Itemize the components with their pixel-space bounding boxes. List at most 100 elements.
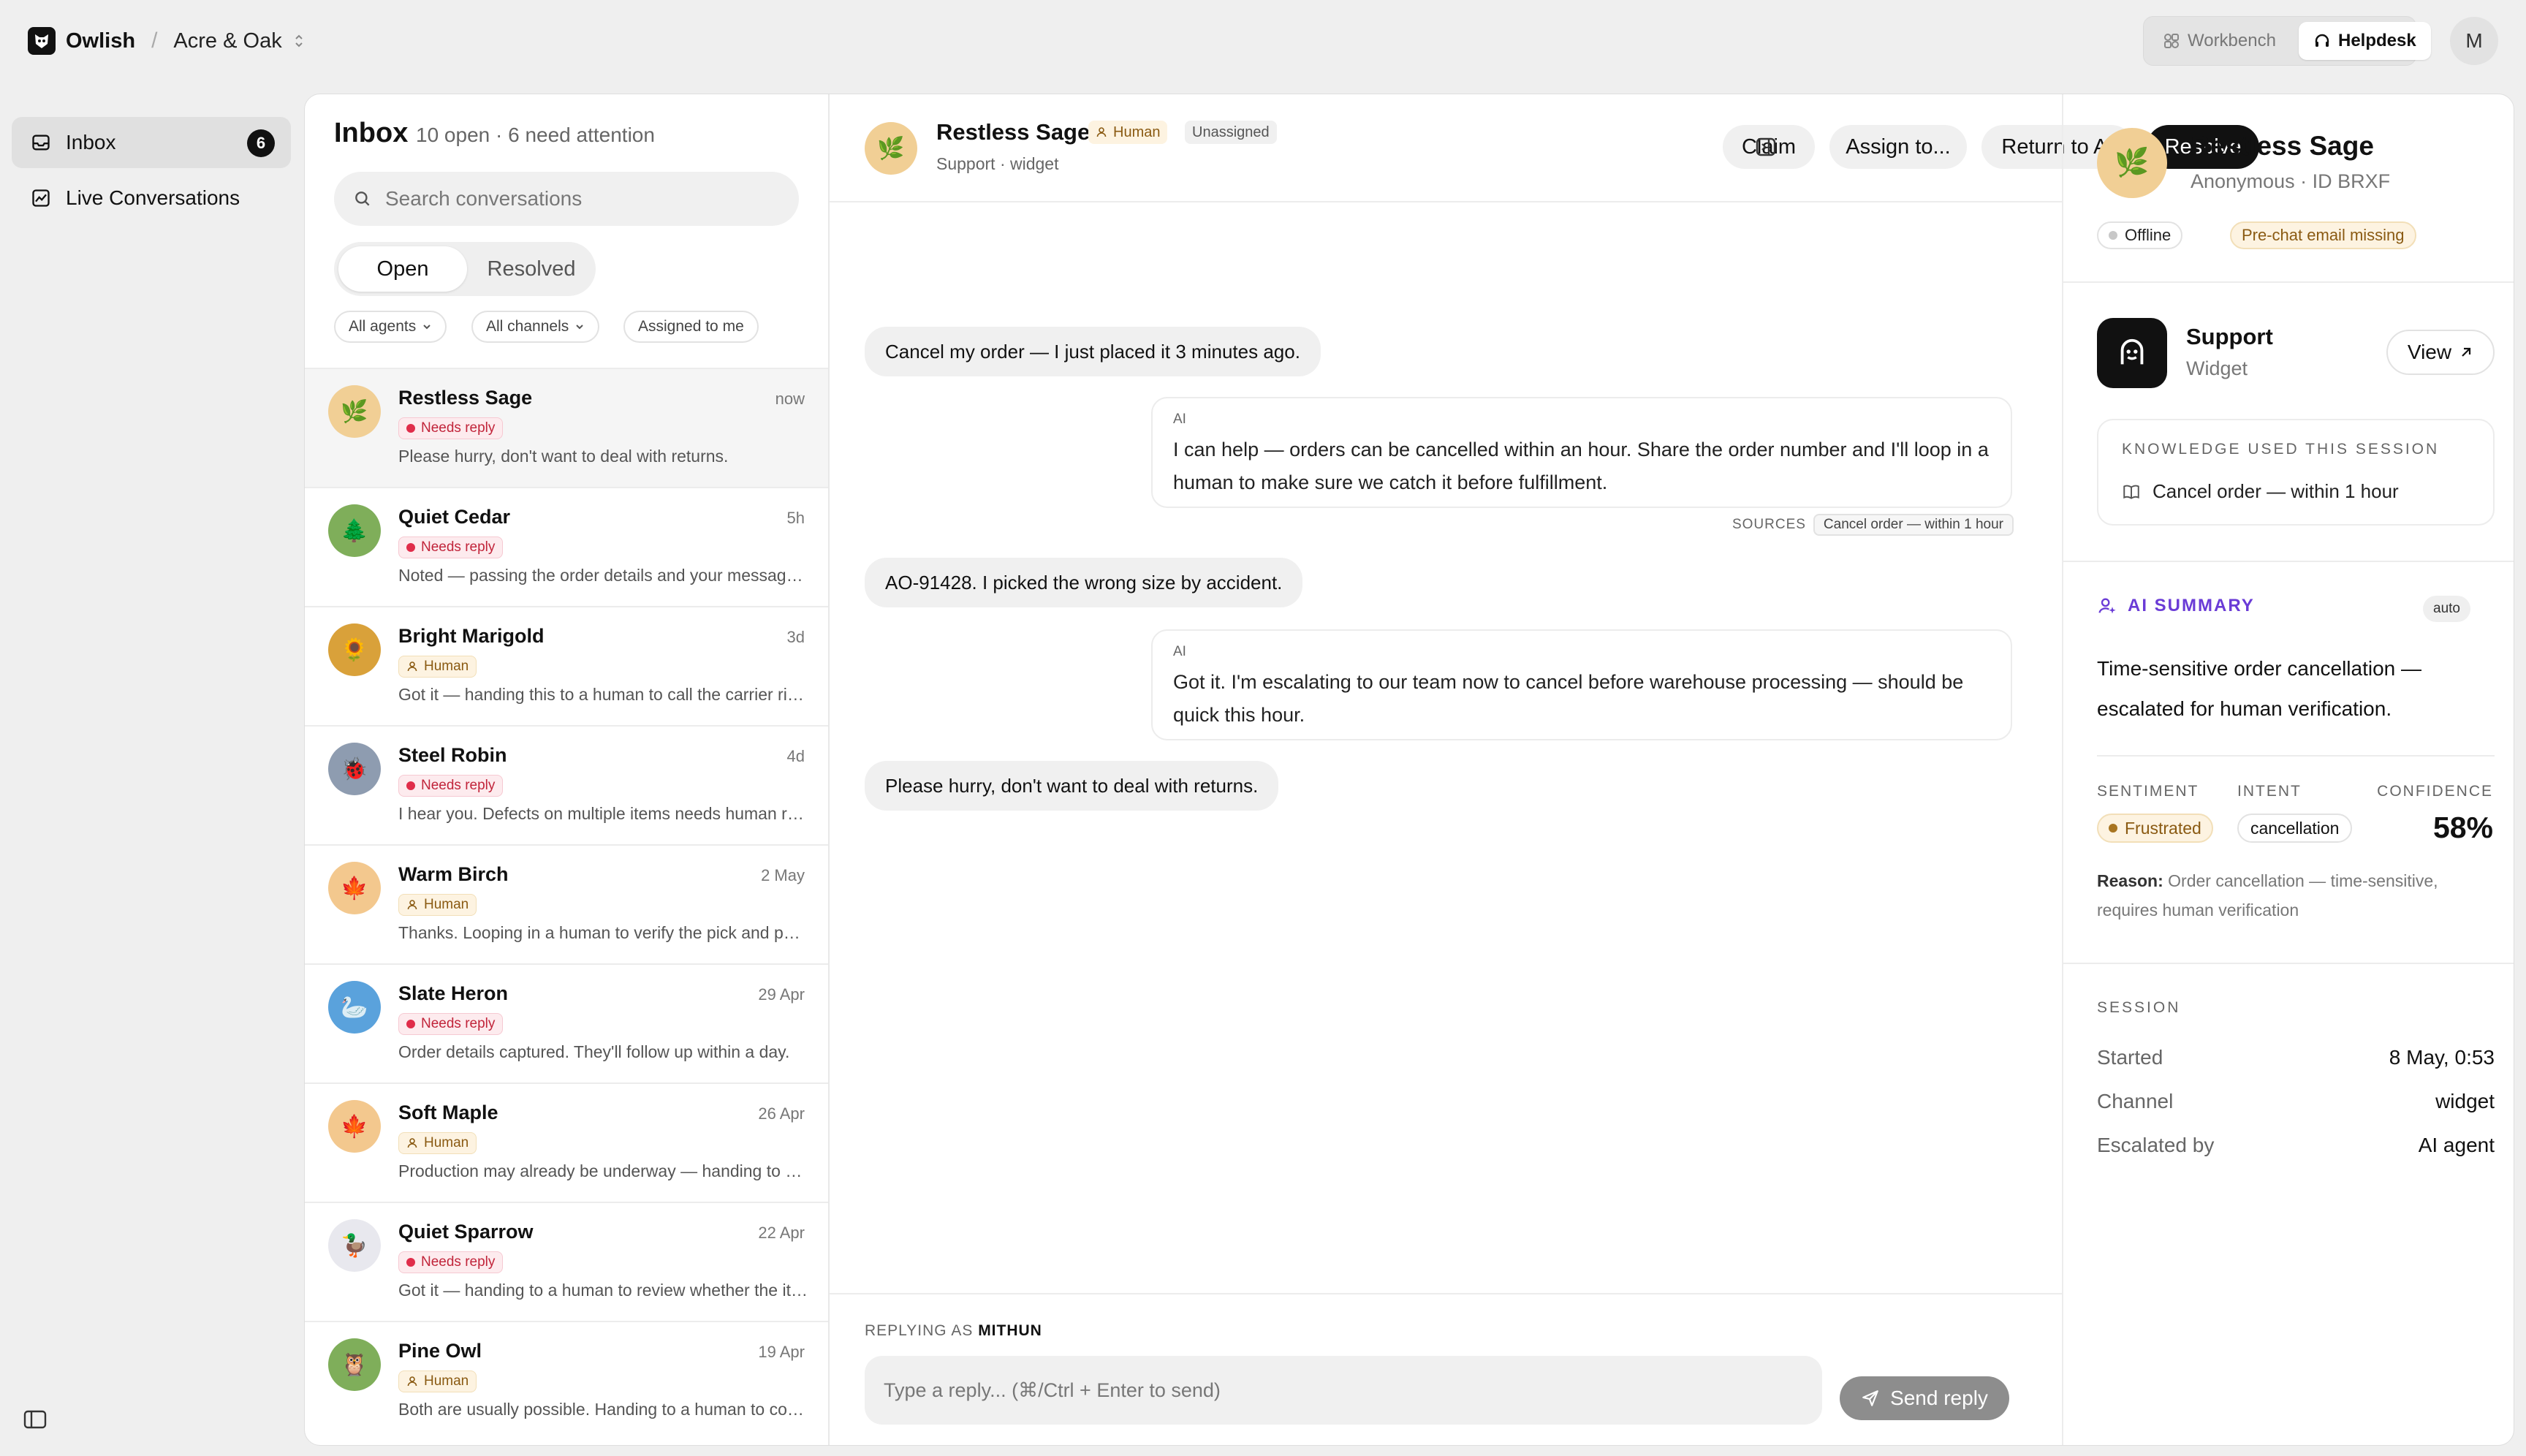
helpdesk-tab[interactable]: Helpdesk — [2299, 22, 2431, 60]
divider — [2063, 561, 2514, 562]
tab-resolved[interactable]: Resolved — [473, 246, 590, 292]
user-message: AO-91428. I picked the wrong size by acc… — [865, 558, 1303, 607]
tab-open[interactable]: Open — [338, 246, 467, 292]
conversation-time: 3d — [786, 628, 805, 646]
user-avatar[interactable]: M — [2450, 17, 2498, 65]
list-item[interactable]: 🌻 Bright Marigold 3d Human Got it — hand… — [305, 606, 828, 725]
sidebar-item-live-conversations[interactable]: Live Conversations — [12, 172, 291, 224]
inbox-counts: 10 open · 6 need attention — [416, 124, 655, 146]
badge-label: Human — [424, 1373, 469, 1389]
avatar: 🌿 — [865, 122, 917, 175]
badge-label: Human — [424, 897, 469, 912]
headset-icon — [2315, 34, 2329, 47]
badge-label: Human — [424, 659, 469, 674]
search-bar[interactable] — [334, 172, 799, 226]
owl-logo-icon[interactable] — [28, 27, 56, 55]
person-icon — [407, 1376, 417, 1387]
conversation-preview: Got it — handing this to a human to call… — [398, 685, 808, 704]
sidebar-item-inbox[interactable]: Inbox 6 — [12, 117, 291, 168]
conversation-time: 19 Apr — [758, 1343, 805, 1361]
session-row: Escalated by AI agent — [2097, 1134, 2495, 1157]
avatar: 🌲 — [328, 504, 381, 557]
customer-name: Restless Sage — [936, 119, 1091, 145]
dot-icon — [406, 1020, 415, 1028]
conversation-list: 🌿 Restless Sage now Needs reply Please h… — [305, 368, 828, 1440]
sidebar-toggle-icon[interactable] — [23, 1409, 47, 1430]
dot-icon — [406, 781, 415, 790]
message-thread: Cancel my order — I just placed it 3 min… — [830, 204, 2062, 1388]
sentiment-label: SENTIMENT — [2097, 783, 2199, 800]
assign-button[interactable]: Assign to... — [1829, 125, 1967, 169]
list-item[interactable]: 🦉 Pine Owl 19 Apr Human Both are usually… — [305, 1321, 828, 1440]
status-badge: Needs reply — [398, 1251, 504, 1273]
workspace-switch-icon[interactable] — [294, 33, 304, 49]
sidebar-item-label: Live Conversations — [66, 186, 240, 209]
conversation-preview: Thanks. Looping in a human to verify the… — [398, 923, 808, 942]
avatar: 🌻 — [328, 623, 381, 676]
conversation-preview: Got it — handing to a human to review wh… — [398, 1281, 808, 1300]
view-agent-button[interactable]: View — [2386, 330, 2495, 375]
toggle-details-icon[interactable] — [1746, 125, 1786, 169]
conversation-name: Restless Sage — [398, 387, 533, 409]
badge-label: Needs reply — [421, 1016, 496, 1031]
user-message: Cancel my order — I just placed it 3 min… — [865, 327, 1321, 376]
reply-composer: REPLYING AS MITHUN Send reply — [830, 1293, 2062, 1445]
knowledge-title: KNOWLEDGE USED THIS SESSION — [2122, 441, 2440, 458]
session-key: Channel — [2097, 1090, 2174, 1112]
reply-input[interactable] — [884, 1379, 1790, 1402]
main-panel: Inbox 10 open · 6 need attention Open Re… — [304, 94, 2514, 1446]
top-bar: Owlish / Acre & Oak Workbench Helpdesk M — [0, 0, 2526, 83]
presence-badge: Offline — [2097, 221, 2183, 249]
conversation-time: 2 May — [761, 866, 805, 884]
filter-agents[interactable]: All agents — [334, 311, 447, 343]
mode-badge: Human — [1088, 121, 1168, 144]
reply-field[interactable] — [865, 1356, 1822, 1425]
knowledge-item[interactable]: Cancel order — within 1 hour — [2122, 480, 2399, 503]
list-item[interactable]: 🌲 Quiet Cedar 5h Needs reply Noted — pas… — [305, 487, 828, 606]
confidence-value: 58% — [2432, 811, 2493, 844]
conversation-name: Soft Maple — [398, 1102, 498, 1123]
conversation-time: 26 Apr — [758, 1104, 805, 1123]
status-badge: Human — [398, 894, 477, 916]
avatar: 🦢 — [328, 981, 381, 1034]
list-item[interactable]: 🦆 Quiet Sparrow 22 Apr Needs reply Got i… — [305, 1202, 828, 1321]
conversation-time: 5h — [786, 509, 805, 527]
source-chip[interactable]: Cancel order — within 1 hour — [1813, 514, 2014, 536]
chart-line-icon — [32, 189, 50, 207]
list-item[interactable]: 🦢 Slate Heron 29 Apr Needs reply Order d… — [305, 963, 828, 1082]
user-message: Please hurry, don't want to deal with re… — [865, 761, 1279, 811]
conversation-name: Quiet Cedar — [398, 506, 511, 528]
inbox-count-badge: 6 — [247, 129, 275, 157]
list-item[interactable]: 🌿 Restless Sage now Needs reply Please h… — [305, 368, 828, 487]
list-item[interactable]: 🍁 Soft Maple 26 Apr Human Production may… — [305, 1082, 828, 1202]
auto-badge: auto — [2423, 596, 2470, 622]
search-input[interactable] — [385, 187, 780, 211]
confidence-label: CONFIDENCE — [2377, 783, 2493, 800]
workbench-tab[interactable]: Workbench — [2148, 22, 2291, 60]
avatar: 🐞 — [328, 743, 381, 795]
filter-assigned-to-me[interactable]: Assigned to me — [623, 311, 759, 343]
conversation-time: 29 Apr — [758, 985, 805, 1004]
badge-label: Needs reply — [421, 539, 496, 555]
filter-channels[interactable]: All channels — [471, 311, 600, 343]
ai-summary-text: Time-sensitive order cancellation — esca… — [2097, 657, 2422, 720]
conversation-name: Steel Robin — [398, 744, 507, 766]
mode-switch: Workbench Helpdesk — [2143, 16, 2431, 66]
avatar: 🍁 — [328, 1100, 381, 1153]
filter-label: Assigned to me — [638, 318, 744, 335]
list-item[interactable]: 🍁 Warm Birch 2 May Human Thanks. Looping… — [305, 844, 828, 963]
conversation-name: Slate Heron — [398, 982, 509, 1004]
session-value: AI agent — [2418, 1134, 2495, 1156]
avatar: 🍁 — [328, 862, 381, 914]
avatar: 🦉 — [328, 1338, 381, 1391]
workbench-label: Workbench — [2188, 31, 2276, 50]
avatar: 🌿 — [328, 385, 381, 438]
workspace-name[interactable]: Acre & Oak — [173, 29, 281, 53]
send-reply-button[interactable]: Send reply — [1840, 1376, 2009, 1420]
app-name: Owlish — [66, 29, 136, 53]
page-title: Inbox — [334, 118, 409, 148]
conversation-time: 4d — [786, 747, 805, 765]
list-item[interactable]: 🐞 Steel Robin 4d Needs reply I hear you.… — [305, 725, 828, 844]
status-badge: Needs reply — [398, 536, 504, 558]
filter-label: All channels — [486, 318, 569, 335]
